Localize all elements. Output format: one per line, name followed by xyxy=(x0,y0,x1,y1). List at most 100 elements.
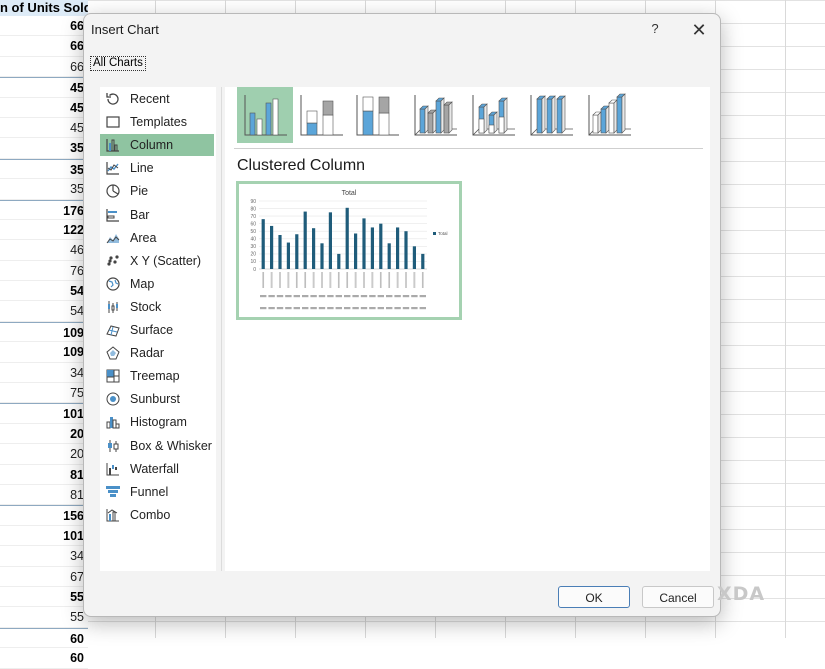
chart-category-waterfall[interactable]: Waterfall xyxy=(100,458,214,480)
pivot-cell[interactable]: 176 xyxy=(0,199,88,220)
chart-category-label: Templates xyxy=(130,115,187,130)
pivot-cell[interactable]: 34 xyxy=(0,546,88,567)
chart-category-surface[interactable]: Surface xyxy=(100,319,214,341)
chart-category-label: Bar xyxy=(130,207,150,222)
chart-category-treemap[interactable]: Treemap xyxy=(100,365,214,387)
chart-category-histogram[interactable]: Histogram xyxy=(100,411,214,433)
category-label-glyph xyxy=(360,307,368,310)
panel-divider xyxy=(221,87,222,571)
pivot-cell[interactable]: 55 xyxy=(0,586,88,608)
chart-category-label: Treemap xyxy=(130,369,180,384)
pivot-cell[interactable]: 66 xyxy=(0,36,88,57)
pivot-cell[interactable]: 35 xyxy=(0,179,88,200)
pivot-cell[interactable]: 101 xyxy=(0,525,88,547)
pivot-cell[interactable]: 45 xyxy=(0,117,88,139)
category-label-glyph xyxy=(386,295,393,298)
preview-chart-svg: Total 0 1020 3040 50 6070 8090 Total xyxy=(250,190,448,310)
chart-category-label: Stock xyxy=(130,299,162,314)
sunburst-chart-icon xyxy=(106,392,120,406)
pivot-cell[interactable]: 54 xyxy=(0,301,88,322)
chart-category-column[interactable]: Column xyxy=(100,134,214,157)
subtype-clustered-column-button[interactable] xyxy=(237,87,293,143)
chart-category-box-whisker[interactable]: Box & Whisker xyxy=(100,435,214,457)
chart-category-recent[interactable]: Recent xyxy=(100,88,214,110)
pivot-cell[interactable]: 101 xyxy=(0,403,88,424)
category-label-glyph xyxy=(402,307,410,310)
chart-category-combo[interactable]: Combo xyxy=(100,504,214,526)
chart-category-stock[interactable]: Stock xyxy=(100,296,214,318)
chart-category-map[interactable]: Map xyxy=(100,273,214,295)
chart-category-pie[interactable]: Pie xyxy=(100,180,214,202)
pivot-cell[interactable]: 46 xyxy=(0,240,88,261)
chart-category-area[interactable]: Area xyxy=(100,227,214,249)
category-label-glyph xyxy=(352,295,359,298)
tab-all-charts[interactable]: All Charts xyxy=(90,56,146,71)
pivot-cell[interactable]: 20 xyxy=(0,444,88,465)
subtype-3d-column-button[interactable] xyxy=(581,87,637,143)
category-label-glyph xyxy=(369,295,376,298)
category-label-glyph xyxy=(302,295,309,298)
close-button[interactable]: ✕ xyxy=(688,19,710,41)
category-label-glyph xyxy=(411,307,418,310)
pivot-cell[interactable]: 45 xyxy=(0,77,88,98)
pivot-cell[interactable]: 35 xyxy=(0,138,88,159)
pivot-cell[interactable]: 67 xyxy=(0,566,88,587)
pivot-cell[interactable]: 76 xyxy=(0,260,88,282)
pivot-cell[interactable]: 109 xyxy=(0,321,88,343)
pivot-column-header[interactable]: n of Units Sold xyxy=(0,0,88,17)
subtype-3d-stacked-column-button[interactable] xyxy=(465,87,521,143)
category-label-glyph xyxy=(344,295,351,298)
chart-category-sunburst[interactable]: Sunburst xyxy=(100,388,214,410)
chart-category-x-y-scatter[interactable]: X Y (Scatter) xyxy=(100,250,214,272)
category-label-glyph xyxy=(377,295,384,298)
category-label-glyph xyxy=(394,307,401,310)
pivot-cell[interactable]: 60 xyxy=(0,648,88,669)
pie-chart-icon xyxy=(106,184,120,198)
cancel-button[interactable]: Cancel xyxy=(642,586,714,608)
radar-chart-icon xyxy=(106,346,120,360)
chart-category-bar[interactable]: Bar xyxy=(100,204,214,226)
pivot-cell[interactable]: 122 xyxy=(0,219,88,241)
y-tick-label: 50 xyxy=(250,229,256,235)
chart-category-radar[interactable]: Radar xyxy=(100,342,214,364)
category-label-glyph xyxy=(285,295,292,298)
subtype-100-stacked-column-button[interactable] xyxy=(349,87,405,143)
pivot-cell[interactable]: 45 xyxy=(0,97,88,118)
subtype-3d-stacked-column-icon xyxy=(472,95,515,136)
pivot-cell[interactable]: 81 xyxy=(0,484,88,506)
chart-category-line[interactable]: Line xyxy=(100,157,214,179)
pivot-cell[interactable]: 35 xyxy=(0,158,88,180)
pivot-cell[interactable]: 109 xyxy=(0,342,88,363)
preview-bar xyxy=(270,225,274,269)
category-label-glyph xyxy=(260,295,267,298)
pivot-cell[interactable]: 66 xyxy=(0,56,88,78)
category-label-glyph xyxy=(352,307,359,310)
ok-button[interactable]: OK xyxy=(558,586,630,608)
chart-category-funnel[interactable]: Funnel xyxy=(100,481,214,503)
category-label-glyph xyxy=(318,307,326,310)
y-tick-label: 90 xyxy=(250,199,256,205)
subtype-stacked-column-icon xyxy=(300,95,343,136)
box-whisker-chart-icon xyxy=(108,439,119,452)
preview-bar xyxy=(320,243,324,269)
chart-preview[interactable]: Total 0 10 20 30 40 50 60 70 80 90 Total xyxy=(236,181,462,320)
map-chart-icon xyxy=(106,277,120,291)
category-label-glyph xyxy=(310,307,317,310)
pivot-cell[interactable]: 55 xyxy=(0,607,88,628)
chart-category-label: Radar xyxy=(130,346,165,361)
pivot-cell[interactable]: 156 xyxy=(0,505,88,526)
pivot-cell[interactable]: 20 xyxy=(0,423,88,445)
category-label-glyph xyxy=(293,295,300,298)
help-button[interactable]: ? xyxy=(647,21,663,39)
chart-category-templates[interactable]: Templates xyxy=(100,111,214,133)
pivot-cell[interactable]: 54 xyxy=(0,281,88,302)
subtype-stacked-column-button[interactable] xyxy=(293,87,349,143)
preview-bar xyxy=(261,219,265,269)
pivot-cell[interactable]: 81 xyxy=(0,464,88,485)
category-label-glyph xyxy=(260,307,267,310)
pivot-cell[interactable]: 34 xyxy=(0,362,88,384)
subtype-3d-100-stacked-column-button[interactable] xyxy=(523,87,579,143)
pivot-cell[interactable]: 75 xyxy=(0,383,88,404)
pivot-cell[interactable]: 66 xyxy=(0,16,88,37)
subtype-3d-clustered-column-button[interactable] xyxy=(407,87,463,143)
